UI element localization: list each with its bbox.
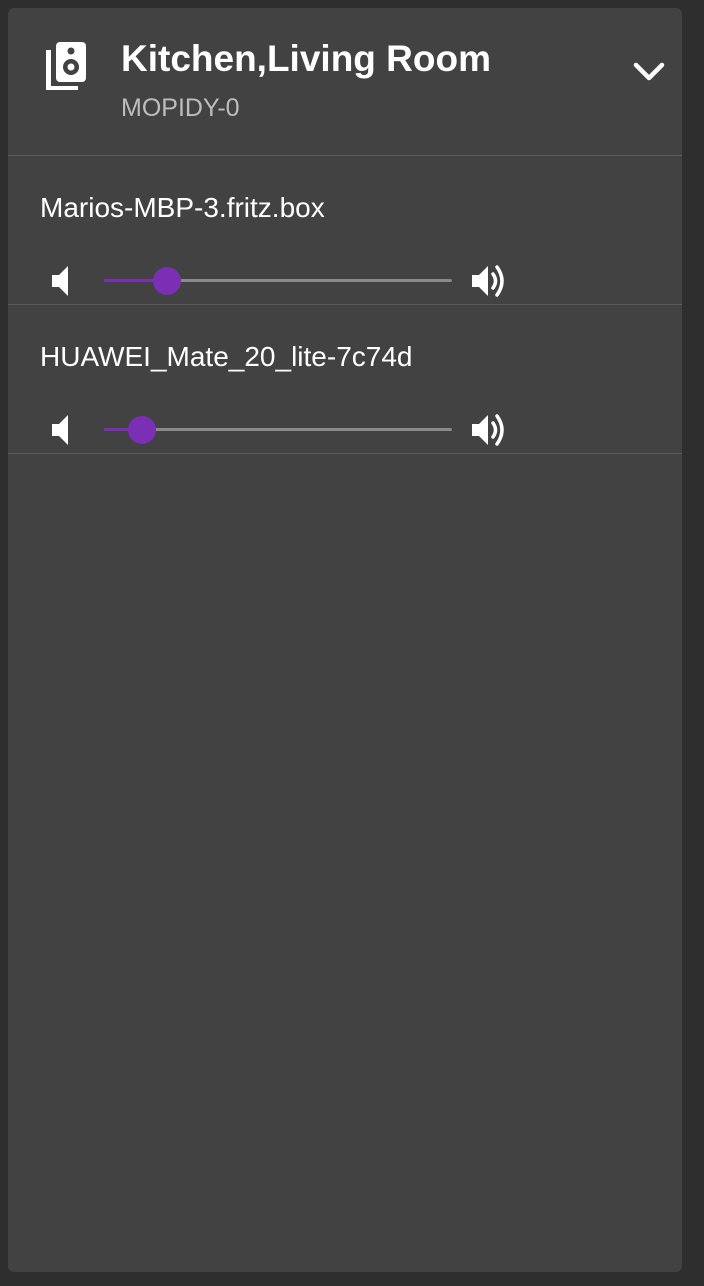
chevron-down-icon[interactable] (628, 52, 670, 94)
group-card: Kitchen,Living Room MOPIDY-0 Marios-MBP-… (8, 8, 682, 1272)
slider-thumb[interactable] (128, 416, 157, 444)
volume-slider[interactable] (104, 266, 452, 296)
client-name: HUAWEI_Mate_20_lite-7c74d (40, 341, 413, 372)
volume-slider[interactable] (104, 415, 452, 445)
volume-mute-icon[interactable] (48, 264, 80, 298)
client-row: Marios-MBP-3.fritz.box (8, 156, 682, 305)
speaker-icon (46, 42, 86, 90)
volume-mute-icon[interactable] (48, 413, 80, 447)
client-row: HUAWEI_Mate_20_lite-7c74d (8, 305, 682, 454)
group-title: Kitchen,Living Room (121, 38, 491, 79)
group-header: Kitchen,Living Room MOPIDY-0 (8, 8, 682, 156)
group-subtitle: MOPIDY-0 (121, 94, 240, 122)
client-name: Marios-MBP-3.fritz.box (40, 192, 325, 223)
slider-thumb[interactable] (152, 267, 181, 295)
slider-rail (104, 428, 452, 431)
volume-up-icon[interactable] (470, 262, 514, 300)
volume-up-icon[interactable] (470, 411, 514, 449)
